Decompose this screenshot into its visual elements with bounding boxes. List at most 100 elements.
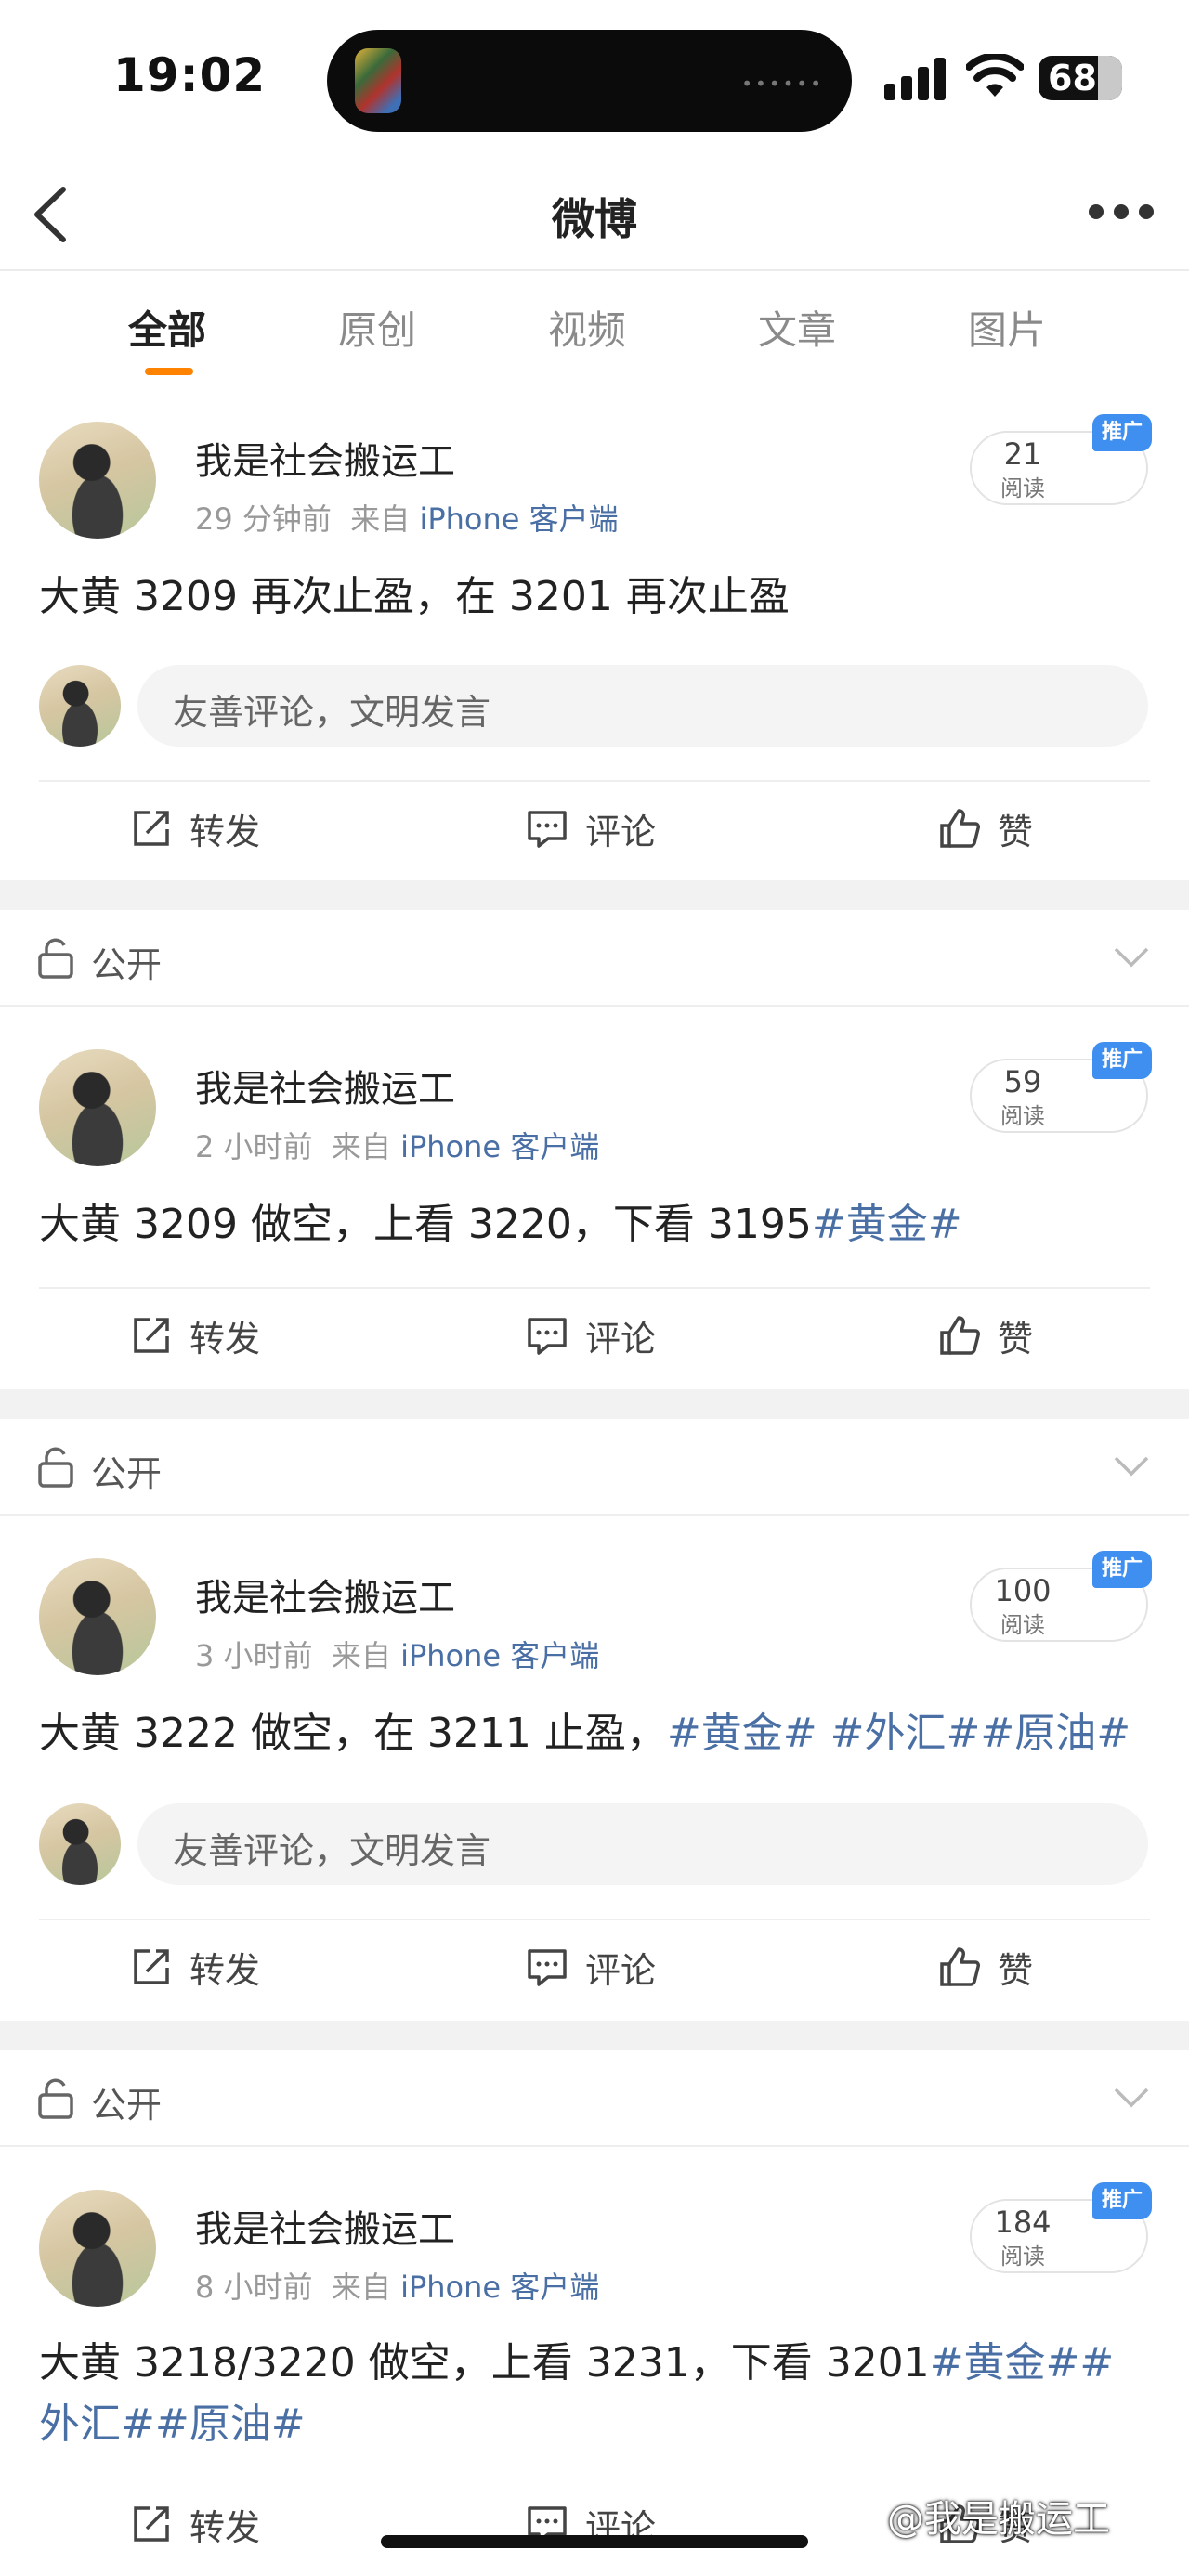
- read-label: 阅读: [1000, 1612, 1045, 1638]
- promote-badge[interactable]: 推广: [1092, 1042, 1152, 1079]
- post-username[interactable]: 我是社会搬运工: [195, 431, 455, 485]
- comment-button[interactable]: 评论: [526, 782, 656, 875]
- post-username[interactable]: 我是社会搬运工: [195, 2199, 455, 2253]
- active-tab-indicator: [145, 368, 193, 375]
- privacy-label: 公开: [91, 944, 163, 985]
- post-time: 29 分钟前: [195, 501, 332, 537]
- post-from: 来自: [331, 2270, 391, 2305]
- section-gap: [0, 2021, 1189, 2050]
- avatar[interactable]: [39, 2190, 156, 2307]
- read-label: 阅读: [1000, 475, 1045, 501]
- comment-placeholder: 友善评论，文明发言: [173, 692, 491, 733]
- comment-placeholder: 友善评论，文明发言: [173, 1830, 491, 1871]
- promote-badge[interactable]: 推广: [1092, 2182, 1152, 2219]
- post-text: 大黄 3209 做空，上看 3220，下看 3195#黄金#: [39, 1201, 962, 1248]
- activity-dots-icon: ••••••: [741, 72, 824, 95]
- read-count-pill[interactable]: 21 阅读 推广: [970, 414, 1152, 505]
- post-from: 来自: [350, 501, 411, 537]
- post-tags[interactable]: #黄金# #外汇##原油#: [667, 1710, 1130, 1757]
- avatar[interactable]: [39, 1558, 156, 1675]
- unlock-icon: [38, 2078, 73, 2119]
- tab-image[interactable]: 图片: [968, 299, 1046, 356]
- post-meta: 29 分钟前 来自 iPhone 客户端: [195, 496, 619, 539]
- post-meta: 2 小时前 来自 iPhone 客户端: [195, 1124, 599, 1166]
- thumbs-up-icon: [940, 809, 980, 848]
- repost-icon: [134, 1318, 169, 1353]
- post-text: 大黄 3218/3220 做空，上看 3231，下看 3201#黄金##外汇##…: [39, 2339, 1115, 2448]
- post-time: 3 小时前: [195, 1638, 313, 1673]
- read-count-pill[interactable]: 184 阅读 推广: [970, 2182, 1152, 2273]
- post-username[interactable]: 我是社会搬运工: [195, 1568, 455, 1621]
- repost-button[interactable]: 转发: [130, 2478, 260, 2570]
- privacy-row[interactable]: 公开: [0, 2050, 1189, 2147]
- comment-button[interactable]: 评论: [526, 1289, 656, 1382]
- promote-badge[interactable]: 推广: [1092, 1551, 1152, 1588]
- page-title: 微博: [552, 194, 637, 244]
- comment-icon: [528, 1949, 567, 1986]
- read-label: 阅读: [1000, 2244, 1045, 2270]
- read-count: 21: [1003, 436, 1042, 472]
- comment-icon: [528, 1318, 567, 1355]
- chevron-down-icon[interactable]: [1113, 945, 1150, 969]
- post-from: 来自: [331, 1638, 391, 1673]
- repost-button[interactable]: 转发: [130, 782, 260, 875]
- repost-icon: [134, 2506, 169, 2542]
- comment-button[interactable]: 评论: [526, 1920, 656, 2013]
- post-actions: 转发 评论 赞: [0, 782, 1189, 875]
- repost-button[interactable]: 转发: [130, 1289, 260, 1382]
- post-from: 来自: [331, 1129, 391, 1164]
- post-username[interactable]: 我是社会搬运工: [195, 1059, 455, 1112]
- post-text: 大黄 3222 做空，在 3211 止盈，#黄金# #外汇##原油#: [39, 1710, 1131, 1757]
- comment-button[interactable]: 评论: [526, 2478, 656, 2570]
- comment-input[interactable]: 友善评论，文明发言: [137, 665, 1148, 747]
- read-count-pill[interactable]: 100 阅读 推广: [970, 1551, 1152, 1642]
- tab-original[interactable]: 原创: [338, 299, 416, 356]
- comment-input[interactable]: 友善评论，文明发言: [137, 1803, 1148, 1885]
- chevron-down-icon[interactable]: [1113, 1454, 1150, 1478]
- section-gap: [0, 1389, 1189, 1419]
- nav-bar: 微博: [0, 158, 1189, 271]
- thumbs-up-icon: [940, 1316, 980, 1355]
- dynamic-island[interactable]: ••••••: [327, 30, 852, 132]
- repost-button[interactable]: 转发: [130, 1920, 260, 2013]
- like-button[interactable]: 赞: [938, 1289, 1033, 1382]
- avatar[interactable]: [39, 422, 156, 539]
- chevron-down-icon[interactable]: [1113, 2086, 1150, 2110]
- post-source[interactable]: iPhone 客户端: [400, 2270, 599, 2305]
- like-button[interactable]: 赞: [938, 782, 1033, 875]
- more-options-icon[interactable]: [1089, 204, 1154, 225]
- privacy-row[interactable]: 公开: [0, 910, 1189, 1007]
- post-card: 我是社会搬运工 2 小时前 来自 iPhone 客户端 59 阅读 推广 大黄 …: [0, 1008, 1189, 1389]
- cellular-signal-icon: [884, 58, 947, 100]
- post-tags[interactable]: #黄金#: [812, 1201, 962, 1248]
- post-actions: 转发 评论 赞: [0, 1289, 1189, 1382]
- read-count-pill[interactable]: 59 阅读 推广: [970, 1042, 1152, 1133]
- unlock-icon: [38, 1447, 73, 1488]
- post-source[interactable]: iPhone 客户端: [419, 501, 618, 537]
- post-actions: 转发 评论 赞: [0, 1920, 1189, 2013]
- post-source[interactable]: iPhone 客户端: [400, 1129, 599, 1164]
- avatar[interactable]: [39, 1049, 156, 1166]
- post-source[interactable]: iPhone 客户端: [400, 1638, 599, 1673]
- home-indicator[interactable]: [381, 2535, 808, 2548]
- battery-level: 68: [1048, 58, 1097, 98]
- read-count: 184: [994, 2205, 1052, 2240]
- promote-badge[interactable]: 推广: [1092, 414, 1152, 451]
- privacy-row[interactable]: 公开: [0, 1419, 1189, 1516]
- post-text: 大黄 3209 再次止盈，在 3201 再次止盈: [39, 573, 790, 620]
- post-time: 8 小时前: [195, 2270, 313, 2305]
- post-time: 2 小时前: [195, 1129, 313, 1164]
- tab-article[interactable]: 文章: [758, 299, 836, 356]
- tab-all[interactable]: 全部: [128, 299, 206, 356]
- privacy-label: 公开: [91, 2085, 163, 2126]
- post-card: 我是社会搬运工 3 小时前 来自 iPhone 客户端 100 阅读 推广 大黄…: [0, 1517, 1189, 2021]
- tab-video[interactable]: 视频: [548, 299, 626, 356]
- watermark: @我是搬运工: [887, 2498, 1110, 2541]
- read-label: 阅读: [1000, 1103, 1045, 1129]
- like-button[interactable]: 赞: [938, 1920, 1033, 2013]
- battery-icon: 68: [1039, 56, 1122, 100]
- now-playing-thumbnail: [355, 48, 401, 113]
- post-card: 我是社会搬运工 29 分钟前 来自 iPhone 客户端 21 阅读 推广 大黄…: [0, 392, 1189, 880]
- status-time: 19:02: [113, 48, 267, 102]
- status-bar: 19:02 •••••• 68: [0, 0, 1189, 158]
